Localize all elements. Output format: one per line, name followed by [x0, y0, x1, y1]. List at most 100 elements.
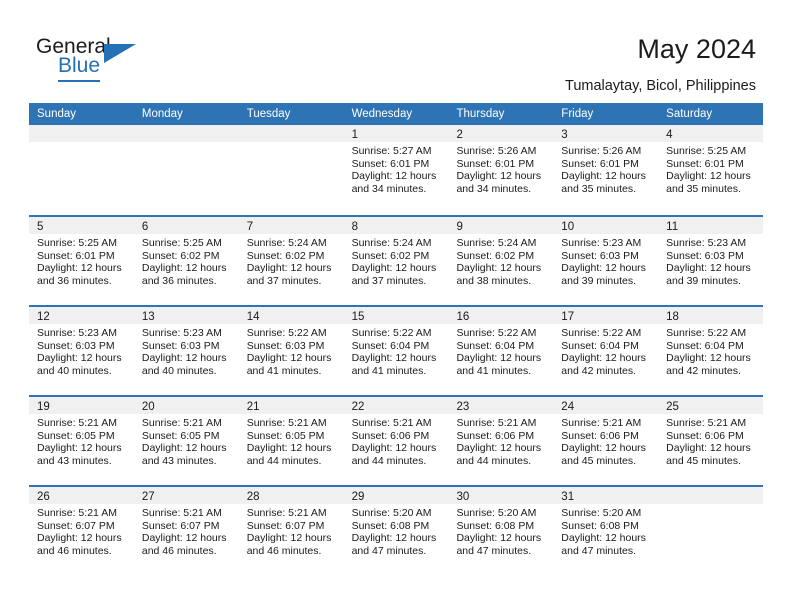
sunrise-text: Sunrise: 5:21 AM — [561, 417, 642, 429]
daylight-text-line2: and 41 minutes. — [351, 364, 427, 377]
day-sun-info: Sunrise: 5:25 AM Sunset: 6:01 PM Daylight:… — [658, 142, 763, 195]
calendar-day-cell[interactable]: 12 Sunrise: 5:23 AM Sunset: 6:03 PM Dayligh… — [29, 307, 134, 395]
day-number-band — [238, 125, 344, 142]
daylight-text-line2: and 35 minutes. — [666, 182, 741, 195]
day-number-band: 11 — [658, 217, 764, 234]
calendar-day-cell[interactable]: 4 Sunrise: 5:25 AM Sunset: 6:01 PM Daylight… — [658, 125, 764, 215]
weekday-header-friday: Friday — [561, 108, 594, 120]
daylight-text-line2: and 47 minutes. — [351, 544, 427, 557]
calendar-day-cell[interactable]: 30 Sunrise: 5:20 AM Sunset: 6:08 PM Dayligh… — [448, 487, 554, 575]
calendar-day-cell[interactable]: 11 Sunrise: 5:23 AM Sunset: 6:03 PM Dayligh… — [658, 217, 764, 305]
calendar-week-row: 5 Sunrise: 5:25 AM Sunset: 6:01 PM Daylight… — [29, 215, 764, 305]
sunrise-text: Sunrise: 5:21 AM — [37, 417, 117, 429]
day-number-band: 29 — [343, 487, 449, 504]
day-sun-info: Sunrise: 5:23 AM Sunset: 6:03 PM Daylight:… — [553, 234, 658, 287]
day-number-band: 24 — [553, 397, 659, 414]
day-number: 31 — [561, 491, 575, 503]
daylight-text-line2: and 46 minutes. — [37, 544, 112, 557]
day-number: 10 — [561, 221, 575, 233]
sunrise-text: Sunrise: 5:23 AM — [37, 327, 117, 339]
calendar-day-cell[interactable]: 24 Sunrise: 5:21 AM Sunset: 6:06 PM Dayligh… — [553, 397, 659, 485]
calendar-day-cell[interactable]: 21 Sunrise: 5:21 AM Sunset: 6:05 PM Dayligh… — [238, 397, 344, 485]
day-number-band — [133, 125, 239, 142]
sunrise-text: Sunrise: 5:20 AM — [456, 507, 537, 519]
day-number: 3 — [561, 129, 568, 141]
daylight-text-line1: Daylight: 12 hours — [666, 262, 751, 275]
calendar-grid: Sunday Monday Tuesday Wednesday Thursday Frid… — [29, 103, 764, 575]
calendar-day-cell[interactable]: 15 Sunrise: 5:22 AM Sunset: 6:04 PM Dayligh… — [343, 307, 449, 395]
day-number-band: 13 — [133, 307, 239, 324]
calendar-day-cell[interactable]: 29 Sunrise: 5:20 AM Sunset: 6:08 PM Dayligh… — [343, 487, 449, 575]
day-number-band: 20 — [133, 397, 239, 414]
calendar-day-cell-empty — [29, 125, 134, 215]
calendar-day-cell[interactable]: 9 Sunrise: 5:24 AM Sunset: 6:02 PM Daylight… — [448, 217, 554, 305]
sunset-text: Sunset: 6:06 PM — [561, 429, 639, 442]
daylight-text-line1: Daylight: 12 hours — [456, 262, 542, 275]
day-number-band: 16 — [448, 307, 554, 324]
weekday-header-wednesday: Wednesday — [351, 108, 413, 120]
calendar-day-cell[interactable]: 1 Sunrise: 5:27 AM Sunset: 6:01 PM Daylight… — [343, 125, 449, 215]
sunrise-text: Sunrise: 5:21 AM — [141, 507, 222, 519]
calendar-day-cell[interactable]: 18 Sunrise: 5:22 AM Sunset: 6:04 PM Dayligh… — [658, 307, 764, 395]
day-number-band: 5 — [29, 217, 134, 234]
calendar-day-cell[interactable]: 26 Sunrise: 5:21 AM Sunset: 6:07 PM Dayligh… — [29, 487, 134, 575]
calendar-day-cell[interactable]: 20 Sunrise: 5:21 AM Sunset: 6:05 PM Dayligh… — [133, 397, 239, 485]
calendar-day-cell[interactable]: 22 Sunrise: 5:21 AM Sunset: 6:06 PM Dayligh… — [343, 397, 449, 485]
daylight-text-line1: Daylight: 12 hours — [351, 262, 437, 275]
daylight-text-line2: and 46 minutes. — [246, 544, 322, 557]
calendar-day-cell[interactable]: 13 Sunrise: 5:23 AM Sunset: 6:03 PM Dayligh… — [133, 307, 239, 395]
daylight-text-line2: and 46 minutes. — [141, 544, 217, 557]
sunrise-text: Sunrise: 5:22 AM — [561, 327, 642, 339]
calendar-day-cell[interactable]: 28 Sunrise: 5:21 AM Sunset: 6:07 PM Dayligh… — [238, 487, 344, 575]
calendar-day-cell[interactable]: 7 Sunrise: 5:24 AM Sunset: 6:02 PM Daylight… — [238, 217, 344, 305]
brand-logo[interactable]: General Blue — [36, 36, 176, 82]
calendar-day-cell[interactable]: 31 Sunrise: 5:20 AM Sunset: 6:08 PM Dayligh… — [553, 487, 659, 575]
calendar-day-cell[interactable]: 6 Sunrise: 5:25 AM Sunset: 6:02 PM Daylight… — [133, 217, 239, 305]
sunset-text: Sunset: 6:06 PM — [351, 429, 430, 442]
calendar-day-cell[interactable]: 27 Sunrise: 5:21 AM Sunset: 6:07 PM Dayligh… — [133, 487, 239, 575]
sunset-text: Sunset: 6:04 PM — [666, 339, 744, 352]
weekday-header-thursday: Thursday — [456, 108, 505, 120]
daylight-text-line1: Daylight: 12 hours — [561, 352, 646, 365]
daylight-text-line2: and 44 minutes. — [456, 454, 532, 467]
day-number: 27 — [141, 491, 155, 503]
sunset-text: Sunset: 6:01 PM — [666, 157, 744, 170]
calendar-day-cell[interactable]: 2 Sunrise: 5:26 AM Sunset: 6:01 PM Daylight… — [448, 125, 554, 215]
day-sun-info: Sunrise: 5:20 AM Sunset: 6:08 PM Daylight:… — [344, 504, 449, 557]
calendar-day-cell[interactable]: 17 Sunrise: 5:22 AM Sunset: 6:04 PM Dayligh… — [553, 307, 659, 395]
day-number-band: 1 — [343, 125, 449, 142]
calendar-day-cell[interactable]: 14 Sunrise: 5:22 AM Sunset: 6:03 PM Dayligh… — [238, 307, 344, 395]
daylight-text-line2: and 42 minutes. — [561, 364, 637, 377]
calendar-day-cell[interactable]: 3 Sunrise: 5:26 AM Sunset: 6:01 PM Daylight… — [553, 125, 659, 215]
day-number-band: 19 — [29, 397, 134, 414]
calendar-day-cell[interactable]: 16 Sunrise: 5:22 AM Sunset: 6:04 PM Dayligh… — [448, 307, 554, 395]
calendar-day-cell[interactable]: 5 Sunrise: 5:25 AM Sunset: 6:01 PM Daylight… — [29, 217, 134, 305]
daylight-text-line1: Daylight: 12 hours — [246, 262, 332, 275]
calendar-day-cell[interactable]: 8 Sunrise: 5:24 AM Sunset: 6:02 PM Daylight… — [343, 217, 449, 305]
day-number: 19 — [37, 401, 50, 413]
day-number: 1 — [351, 129, 358, 141]
day-sun-info: Sunrise: 5:22 AM Sunset: 6:03 PM Daylight:… — [239, 324, 344, 377]
calendar-day-cell[interactable]: 10 Sunrise: 5:23 AM Sunset: 6:03 PM Dayligh… — [553, 217, 659, 305]
sunset-text: Sunset: 6:03 PM — [37, 339, 115, 352]
calendar-day-cell[interactable]: 19 Sunrise: 5:21 AM Sunset: 6:05 PM Dayligh… — [29, 397, 134, 485]
daylight-text-line2: and 39 minutes. — [666, 274, 741, 287]
calendar-day-cell[interactable]: 23 Sunrise: 5:21 AM Sunset: 6:06 PM Dayligh… — [448, 397, 554, 485]
sunset-text: Sunset: 6:06 PM — [666, 429, 744, 442]
day-number-band: 12 — [29, 307, 134, 324]
day-number-band: 27 — [133, 487, 239, 504]
weekday-header-monday: Monday — [141, 108, 183, 120]
day-number-band: 17 — [553, 307, 659, 324]
day-number-band: 31 — [553, 487, 659, 504]
sunset-text: Sunset: 6:03 PM — [666, 249, 744, 262]
sunset-text: Sunset: 6:07 PM — [141, 519, 220, 532]
day-number: 28 — [246, 491, 260, 503]
day-sun-info: Sunrise: 5:24 AM Sunset: 6:02 PM Daylight:… — [448, 234, 553, 287]
daylight-text-line2: and 40 minutes. — [37, 364, 112, 377]
sunset-text: Sunset: 6:03 PM — [561, 249, 639, 262]
day-number-band: 8 — [343, 217, 449, 234]
day-sun-info: Sunrise: 5:22 AM Sunset: 6:04 PM Daylight:… — [658, 324, 763, 377]
sunset-text: Sunset: 6:01 PM — [561, 157, 639, 170]
calendar-day-cell[interactable]: 25 Sunrise: 5:21 AM Sunset: 6:06 PM Dayligh… — [658, 397, 764, 485]
brand-name-blue: Blue — [58, 54, 101, 77]
